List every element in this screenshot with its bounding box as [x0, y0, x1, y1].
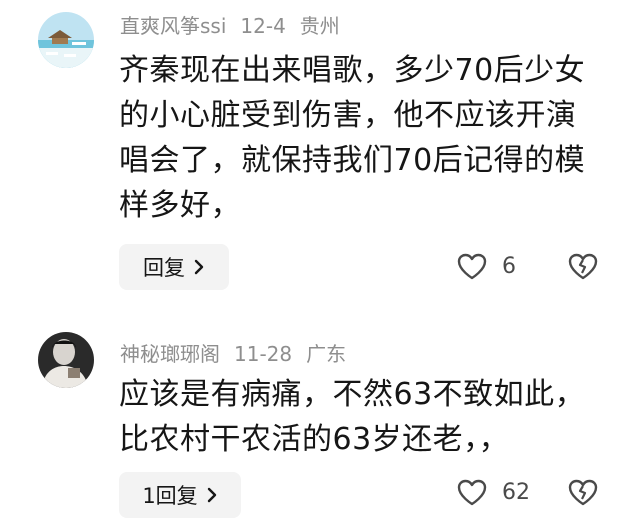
dislike-button[interactable] — [567, 252, 599, 284]
comment-line: 比农村干农活的63岁还老，， — [119, 422, 510, 457]
like-button[interactable]: 6 — [456, 252, 516, 280]
comment-text: 齐秦现在出来唱歌，多少70后少女 的小心脏受到伤害，他不应该开演 唱会了，就保持… — [119, 48, 619, 228]
chevron-right-icon — [194, 259, 204, 275]
comment-location: 贵州 — [299, 14, 340, 38]
chevron-right-icon — [207, 487, 216, 503]
comment-meta: 直爽风筝ssi 12-4 贵州 — [120, 10, 354, 39]
comment-item: 神秘瑯琊阁 11-28 广东 应该是有病痛，不然63不致如此， 比农村干农活的63岁… — [0, 310, 640, 528]
heart-icon — [457, 479, 487, 506]
comment-line: 应该是有病痛，不然63不致如此， — [119, 377, 586, 412]
heart-icon — [457, 253, 487, 280]
comment-line: 的小心脏受到伤害，他不应该开演 — [119, 98, 577, 133]
comment-line: 样多好， — [119, 188, 241, 223]
comment-line: 唱会了，就保持我们70后记得的模 — [119, 143, 586, 178]
user-avatar[interactable] — [38, 12, 94, 68]
comment-meta: 神秘瑯琊阁 11-28 广东 — [120, 338, 360, 367]
broken-heart-icon — [568, 479, 598, 506]
like-button[interactable]: 62 — [456, 478, 530, 506]
comment-date: 11-28 — [234, 342, 293, 366]
comment-date: 12-4 — [240, 14, 286, 38]
user-avatar[interactable] — [38, 332, 94, 388]
comment-line: 齐秦现在出来唱歌，多少70后少女 — [119, 53, 586, 88]
like-count: 6 — [502, 253, 516, 279]
reply-button[interactable]: 1回复 — [119, 472, 241, 518]
man-portrait-avatar-icon — [38, 332, 94, 388]
reply-button[interactable]: 回复 — [119, 244, 229, 290]
comment-item: 直爽风筝ssi 12-4 贵州 齐秦现在出来唱歌，多少70后少女 的小心脏受到伤害，… — [0, 0, 640, 310]
comment-location: 广东 — [306, 342, 347, 366]
like-count: 62 — [502, 479, 530, 505]
comment-text: 应该是有病痛，不然63不致如此， 比农村干农活的63岁还老，， — [119, 372, 619, 462]
dislike-button[interactable] — [567, 478, 599, 510]
beach-chairs-avatar-icon — [38, 12, 94, 68]
broken-heart-icon — [568, 253, 598, 280]
username[interactable]: 神秘瑯琊阁 — [120, 342, 220, 366]
reply-label: 回复 — [143, 256, 185, 280]
username[interactable]: 直爽风筝ssi — [120, 14, 226, 38]
reply-label: 1回复 — [142, 484, 198, 508]
